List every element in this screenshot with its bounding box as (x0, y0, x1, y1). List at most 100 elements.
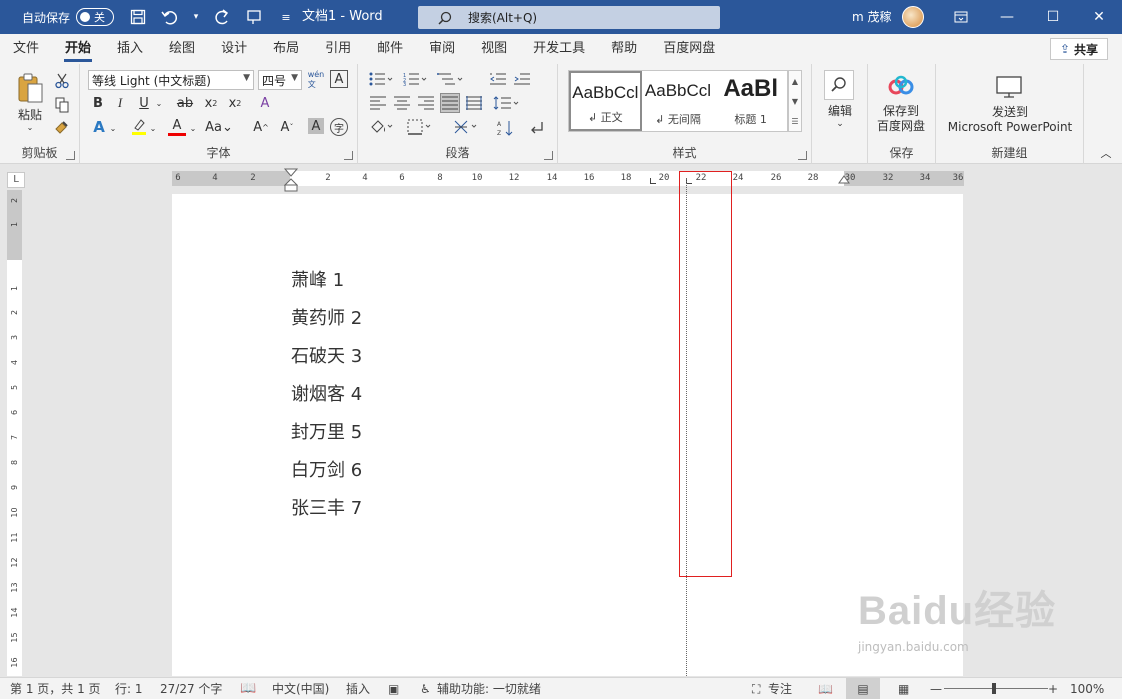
document-line[interactable]: 封万里 5 (291, 418, 362, 444)
styles-launcher-icon[interactable] (798, 151, 807, 160)
send-to-powerpoint-icon[interactable] (994, 74, 1024, 100)
chevron-down-icon[interactable]: ▼ (792, 97, 798, 106)
tab-view[interactable]: 视图 (468, 34, 520, 64)
right-indent-marker-icon[interactable] (838, 173, 850, 185)
insert-mode[interactable]: 插入 (346, 678, 370, 699)
document-line[interactable]: 谢烟客 4 (291, 380, 362, 406)
save-to-baidu-button[interactable]: 保存到 百度网盘 (868, 102, 934, 136)
align-left-icon[interactable] (368, 94, 388, 112)
tab-references[interactable]: 引用 (312, 34, 364, 64)
undo-dropdown-icon[interactable]: ▾ (192, 7, 200, 27)
zoom-slider-thumb[interactable] (992, 683, 996, 694)
find-icon[interactable] (824, 70, 854, 100)
style-normal[interactable]: AaBbCcl ↲ 正文 (569, 71, 642, 131)
zoom-in-icon[interactable]: + (1048, 678, 1058, 699)
enclose-characters-icon[interactable]: 字 (330, 118, 348, 136)
copy-icon[interactable] (52, 96, 72, 114)
baidu-netdisk-icon[interactable] (886, 74, 916, 98)
character-shading-icon[interactable]: A (308, 118, 324, 134)
multilevel-list-icon[interactable] (436, 70, 466, 88)
zoom-level[interactable]: 100% (1070, 678, 1104, 699)
minimize-icon[interactable]: — (984, 0, 1030, 34)
zoom-slider[interactable] (944, 688, 1048, 689)
style-no-spacing[interactable]: AaBbCcl ↲ 无间隔 (642, 71, 715, 131)
macro-recording-icon[interactable]: ▣ (388, 678, 399, 699)
bold-icon[interactable]: B (90, 94, 106, 112)
user-name[interactable]: m 茂稼 (852, 0, 892, 34)
cut-icon[interactable] (52, 72, 72, 90)
focus-label[interactable]: 专注 (768, 678, 792, 699)
tab-mailings[interactable]: 邮件 (364, 34, 416, 64)
strikethrough-icon[interactable]: ab (176, 94, 194, 112)
text-effects-dropdown-icon[interactable]: ⌄ (108, 120, 118, 136)
proofing-icon[interactable]: 📖 (240, 678, 256, 699)
collapse-ribbon-icon[interactable]: ︿ (1098, 146, 1114, 160)
tab-help[interactable]: 帮助 (598, 34, 650, 64)
send-to-powerpoint-button[interactable]: 发送到 Microsoft PowerPoint (936, 104, 1084, 136)
borders-icon[interactable] (406, 118, 434, 136)
text-effects-icon[interactable]: A (90, 118, 108, 136)
decrease-indent-icon[interactable] (488, 70, 508, 88)
chinese-layout-icon[interactable] (452, 118, 482, 136)
accessibility-icon[interactable]: ♿ (420, 678, 431, 699)
tab-design[interactable]: 设计 (208, 34, 260, 64)
language[interactable]: 中文(中国) (272, 678, 329, 699)
save-icon[interactable] (128, 7, 148, 27)
tab-file[interactable]: 文件 (0, 34, 52, 64)
sort-icon[interactable]: AZ (496, 118, 516, 138)
clear-formatting-icon[interactable]: A (254, 94, 276, 112)
horizontal-ruler[interactable]: 6 4 2 2 4 6 8 10 12 14 16 18 20 22 24 26… (172, 168, 964, 192)
shading-icon[interactable] (368, 118, 396, 136)
undo-icon[interactable] (160, 7, 180, 27)
autosave-toggle[interactable]: 关 (76, 8, 115, 26)
zoom-out-icon[interactable]: — (930, 678, 942, 699)
document-line[interactable]: 黄药师 2 (291, 304, 362, 330)
autosave-control[interactable]: 自动保存 关 (22, 8, 115, 26)
line-number[interactable]: 行: 1 (115, 678, 143, 699)
line-spacing-icon[interactable] (492, 94, 522, 112)
clipboard-launcher-icon[interactable] (66, 151, 75, 160)
show-marks-icon[interactable] (526, 118, 546, 138)
phonetic-guide-icon[interactable]: wén 文 (306, 70, 326, 90)
page-count[interactable]: 第 1 页，共 1 页 (10, 678, 101, 699)
justify-icon[interactable] (440, 93, 460, 113)
increase-indent-icon[interactable] (512, 70, 532, 88)
print-layout-icon[interactable]: ▤ (846, 678, 880, 699)
distributed-icon[interactable] (464, 94, 484, 112)
document-line[interactable]: 张三丰 7 (291, 494, 362, 520)
grow-font-icon[interactable]: A ^ (250, 118, 272, 136)
tab-baidu-netdisk[interactable]: 百度网盘 (650, 34, 728, 64)
document-line[interactable]: 白万剑 6 (291, 456, 362, 482)
style-gallery-scroll[interactable]: ▲ ▼ ☰ (788, 70, 802, 132)
focus-icon[interactable]: ⛶ (752, 678, 760, 699)
italic-icon[interactable]: I (112, 94, 128, 112)
bullets-icon[interactable] (368, 70, 396, 88)
maximize-icon[interactable]: ☐ (1030, 0, 1076, 34)
document-line[interactable]: 石破天 3 (291, 342, 362, 368)
paragraph-launcher-icon[interactable] (544, 151, 553, 160)
highlight-icon[interactable] (130, 118, 148, 136)
search-box[interactable]: 搜索(Alt+Q) (418, 6, 720, 29)
paste-icon[interactable] (12, 70, 48, 106)
superscript-icon[interactable]: x2 (226, 94, 244, 112)
paste-dropdown-icon[interactable]: ⌄ (22, 122, 38, 132)
paste-button-label[interactable]: 粘贴 (10, 106, 50, 122)
editing-label[interactable]: 编辑 (816, 102, 864, 118)
tab-review[interactable]: 审阅 (416, 34, 468, 64)
redo-icon[interactable] (212, 7, 232, 27)
tab-selector[interactable]: L (7, 172, 25, 188)
underline-dropdown-icon[interactable]: ⌄ (154, 94, 164, 112)
tab-home[interactable]: 开始 (52, 34, 104, 64)
more-styles-icon[interactable]: ☰ (791, 117, 798, 126)
accessibility-status[interactable]: 辅助功能: 一切就绪 (437, 678, 541, 699)
tab-developer[interactable]: 开发工具 (520, 34, 598, 64)
subscript-icon[interactable]: x2 (202, 94, 220, 112)
ribbon-display-icon[interactable] (938, 0, 984, 34)
vertical-ruler[interactable]: 2 1 1 2 3 4 5 6 7 8 9 10 11 12 13 14 15 … (7, 190, 22, 676)
tab-draw[interactable]: 绘图 (156, 34, 208, 64)
numbering-icon[interactable]: 123 (402, 70, 430, 88)
font-size-combo[interactable]: 四号 ▼ (258, 70, 302, 90)
font-color-dropdown-icon[interactable]: ⌄ (188, 120, 198, 136)
font-launcher-icon[interactable] (344, 151, 353, 160)
tab-insert[interactable]: 插入 (104, 34, 156, 64)
